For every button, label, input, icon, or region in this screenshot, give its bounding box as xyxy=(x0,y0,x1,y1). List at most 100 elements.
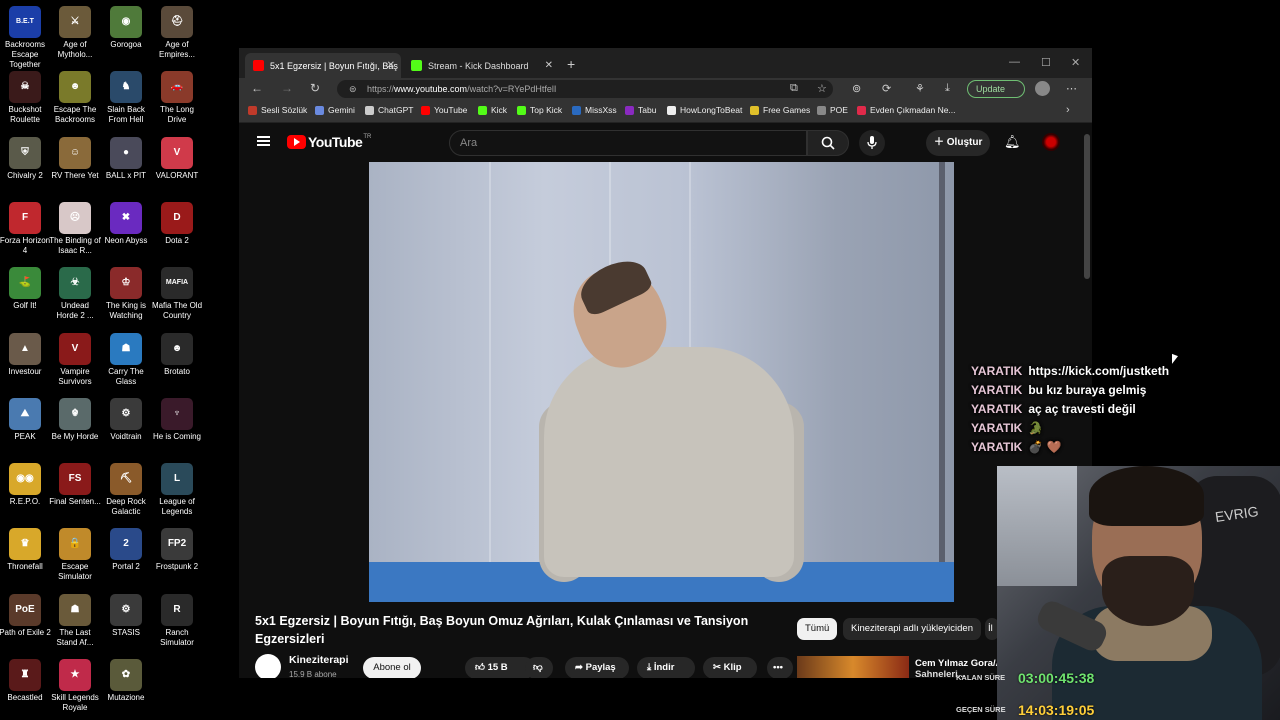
desktop-icon[interactable]: 🔒 Escape Simulator xyxy=(49,528,101,582)
more-actions-button[interactable]: ••• xyxy=(767,657,793,678)
bookmark-item[interactable]: Tabu xyxy=(625,105,656,115)
downloads-icon[interactable]: ⤓ xyxy=(945,82,950,95)
forward-icon[interactable]: → xyxy=(281,81,293,95)
clip-button[interactable]: ✂ Klip xyxy=(703,657,757,678)
desktop-icon[interactable]: ♛ Thronefall xyxy=(0,528,51,572)
notifications-icon[interactable]: 🔔︎ xyxy=(1004,134,1021,150)
tab-kick-dashboard[interactable]: Stream - Kick Dashboard ✕ xyxy=(403,53,559,78)
maximize-icon[interactable]: ☐ xyxy=(1041,56,1051,69)
bookmark-item[interactable]: Evden Çıkmadan Ne... xyxy=(857,105,956,115)
desktop-icon[interactable]: ◉ Gorogoa xyxy=(100,6,152,50)
update-button[interactable]: Update xyxy=(967,80,1025,98)
desktop-icon[interactable]: ✿ Mutazione xyxy=(100,659,152,703)
bookmark-item[interactable]: ChatGPT xyxy=(365,105,413,115)
page-scrollbar[interactable] xyxy=(1084,134,1090,279)
back-icon[interactable]: ← xyxy=(251,81,263,95)
menu-icon[interactable] xyxy=(257,136,270,146)
bookmark-item[interactable]: Kick xyxy=(478,105,507,115)
desktop-icon[interactable]: ⚔ Age of Mytholo... xyxy=(49,6,101,60)
desktop-icon[interactable]: ◉◉ R.E.P.O. xyxy=(0,463,51,507)
download-button[interactable]: ⤓ İndir xyxy=(637,657,695,678)
desktop-icon[interactable]: ☣ Undead Horde 2 ... xyxy=(49,267,101,321)
close-tab-icon[interactable]: ✕ xyxy=(387,60,395,71)
tab-youtube[interactable]: 5x1 Egzersiz | Boyun Fıtığı, Baş Bo ✕ xyxy=(245,53,401,78)
new-tab-icon[interactable]: + xyxy=(567,56,575,72)
desktop-icon[interactable]: R Ranch Simulator xyxy=(151,593,203,648)
desktop-icon[interactable]: ☠ Buckshot Roulette xyxy=(0,71,51,125)
bookmark-item[interactable]: Free Games xyxy=(750,105,810,115)
channel-avatar[interactable] xyxy=(255,654,281,678)
create-button[interactable]: ＋ Oluştur xyxy=(926,130,990,156)
bookmark-item[interactable]: MissXss xyxy=(572,105,617,115)
search-input[interactable]: Ara xyxy=(449,130,807,156)
bookmark-item[interactable]: YouTube xyxy=(421,105,467,115)
desktop-icon[interactable]: D Dota 2 xyxy=(151,201,203,246)
subscribe-button[interactable]: Abone ol xyxy=(363,657,421,678)
bookmark-item[interactable]: Top Kick xyxy=(517,105,562,115)
extension-icon[interactable]: ⚘ xyxy=(915,82,925,95)
desktop-icon[interactable]: V Vampire Survivors xyxy=(49,332,101,387)
desktop-icon[interactable]: L League of Legends xyxy=(151,463,203,517)
recommended-thumbnail[interactable] xyxy=(797,656,909,678)
desktop-icon[interactable]: ♆ He is Coming xyxy=(151,397,203,442)
desktop-icon[interactable]: ☻ Brotato xyxy=(151,332,203,377)
desktop-icon[interactable]: ☗ The Last Stand Af... xyxy=(49,593,101,648)
desktop-icon[interactable]: ⛑ Age of Empires... xyxy=(151,6,203,60)
desktop-icon[interactable]: ⚙ STASIS xyxy=(100,593,152,638)
desktop-icon[interactable]: FP2 Frostpunk 2 xyxy=(151,528,203,572)
close-window-icon[interactable]: ✕ xyxy=(1071,56,1080,69)
reload-icon[interactable]: ↻ xyxy=(310,81,320,95)
more-menu-icon[interactable]: ⋯ xyxy=(1066,82,1077,95)
desktop-icon[interactable]: F Forza Horizon 4 xyxy=(0,201,51,256)
desktop-icon[interactable]: ☺ RV There Yet xyxy=(49,136,101,181)
desktop-icon[interactable]: FS Final Senten... xyxy=(49,463,101,507)
bookmark-item[interactable]: Sesli Sözlük xyxy=(248,105,307,115)
extension-icon[interactable]: ⟳ xyxy=(882,82,891,95)
extension-icon[interactable]: ⊚ xyxy=(852,82,861,95)
desktop-icon[interactable]: ♜ Becastled xyxy=(0,659,51,703)
desktop-icon[interactable]: 🚗 The Long Drive xyxy=(151,71,203,125)
voice-search-button[interactable] xyxy=(859,130,885,156)
share-button[interactable]: ➦ Paylaş xyxy=(565,657,629,678)
desktop-icon[interactable]: ⛏ Deep Rock Galactic xyxy=(100,463,152,517)
close-tab-icon[interactable]: ✕ xyxy=(545,60,553,71)
desktop-icon[interactable]: ☗ Carry The Glass xyxy=(100,332,152,387)
desktop-icon[interactable]: ☬ Be My Horde xyxy=(49,397,101,442)
desktop-icon[interactable]: 2 Portal 2 xyxy=(100,528,152,572)
desktop-icon[interactable]: ⛰ PEAK xyxy=(0,397,51,442)
search-button[interactable] xyxy=(807,130,849,156)
chip-from-uploader[interactable]: Kineziterapi adlı yükleyiciden xyxy=(843,618,981,640)
desktop-icon[interactable]: PoE Path of Exile 2 xyxy=(0,593,51,638)
app-available-icon[interactable]: ⧉ xyxy=(790,82,798,95)
desktop-icon[interactable]: ✖ Neon Abyss xyxy=(100,201,152,246)
desktop-icon[interactable]: ♞ Slain Back From Hell xyxy=(100,71,152,125)
site-info-icon[interactable]: ⊜ xyxy=(349,80,357,98)
dislike-button[interactable]: 👎︎ xyxy=(525,657,553,678)
bookmarks-overflow-icon[interactable]: › xyxy=(1066,104,1070,116)
desktop-icon[interactable]: ▲ Investour xyxy=(0,332,51,377)
desktop-icon[interactable]: MAFIA Mafia The Old Country xyxy=(151,267,203,321)
youtube-logo[interactable]: YouTube TR xyxy=(287,134,371,150)
desktop-icon[interactable]: ⛳ Golf It! xyxy=(0,267,51,311)
desktop-icon[interactable]: ● BALL x PIT xyxy=(100,136,152,181)
video-player[interactable] xyxy=(369,162,954,602)
bookmark-favicon-icon xyxy=(817,105,826,115)
desktop-icon[interactable]: ★ Skill Legends Royale xyxy=(49,659,101,713)
bookmark-item[interactable]: HowLongToBeat xyxy=(667,105,742,115)
desktop-icon[interactable]: ♔ The King is Watching xyxy=(100,267,152,321)
desktop-icon[interactable]: B.E.T Backrooms Escape Together xyxy=(0,6,51,70)
account-avatar[interactable] xyxy=(1042,133,1060,151)
favorite-star-icon[interactable]: ☆ xyxy=(817,82,827,95)
url-field[interactable]: ⊜ https://www.youtube.com/watch?v=RYePdH… xyxy=(337,80,833,98)
chip-all[interactable]: Tümü xyxy=(797,618,838,640)
desktop-icon[interactable]: ⛨ Chivalry 2 xyxy=(0,136,51,181)
desktop-icon[interactable]: ☹ The Binding of Isaac R... xyxy=(49,201,101,256)
desktop-icon[interactable]: ⚙ Voidtrain xyxy=(100,397,152,442)
profile-avatar[interactable] xyxy=(1035,81,1050,96)
desktop-icon[interactable]: V VALORANT xyxy=(151,136,203,181)
bookmark-item[interactable]: POE xyxy=(817,105,848,115)
desktop-icon[interactable]: ☻ Escape The Backrooms xyxy=(49,71,101,125)
bookmark-item[interactable]: Gemini xyxy=(315,105,355,115)
channel-name[interactable]: Kineziterapi xyxy=(289,654,349,666)
minimize-icon[interactable]: — xyxy=(1009,56,1020,68)
